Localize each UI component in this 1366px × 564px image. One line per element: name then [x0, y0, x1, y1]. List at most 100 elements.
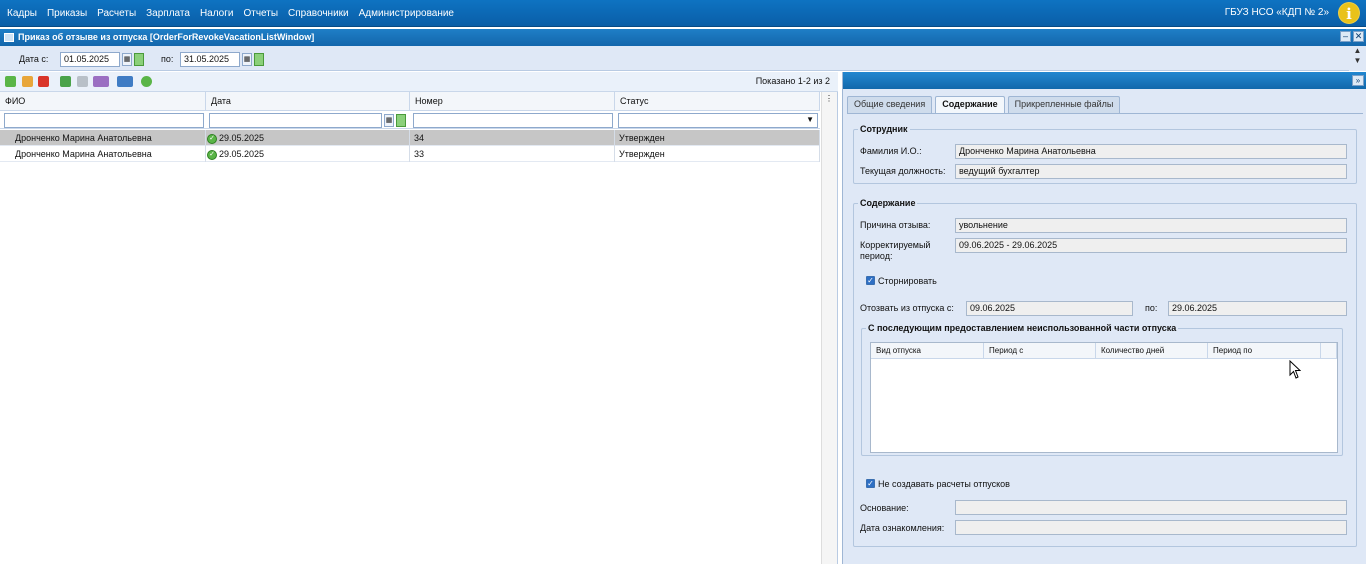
menu-item-kadry[interactable]: Кадры	[7, 8, 37, 19]
organization-name: ГБУЗ НСО «КДП № 2»	[1224, 7, 1329, 18]
cell-date-text: 29.05.2025	[219, 133, 265, 143]
approved-check-icon: ✓	[207, 133, 217, 144]
cell-fio: Дронченко Марина Анатольевна	[0, 146, 206, 162]
menu-item-prikazy[interactable]: Приказы	[47, 8, 87, 19]
detail-tabs: Общие сведения Содержание Прикрепленные …	[847, 96, 1123, 113]
filter-date-input[interactable]	[209, 113, 382, 128]
tab-attachments[interactable]: Прикрепленные файлы	[1007, 96, 1121, 113]
window-titlebar: Приказ об отзыве из отпуска [OrderForRev…	[0, 29, 1366, 46]
no-calc-label: Не создавать расчеты отпусков	[878, 479, 1010, 489]
revoke-from-label: Отозвать из отпуска с:	[860, 303, 954, 313]
column-header-period-from[interactable]: Период с	[984, 343, 1096, 359]
close-window-button[interactable]: ✕	[1353, 31, 1364, 42]
menu-item-administrirovanie[interactable]: Администрирование	[359, 8, 454, 19]
date-to-label: по:	[161, 54, 174, 64]
info-icon[interactable]: i	[1338, 2, 1360, 24]
window-title: Приказ об отзыве из отпуска [OrderForRev…	[18, 32, 315, 42]
reason-label: Причина отзыва:	[860, 220, 931, 230]
delete-icon[interactable]	[38, 76, 49, 87]
filter-status-select[interactable]: ▼	[618, 113, 818, 128]
filter-date-calendar-icon[interactable]: ▦	[384, 114, 394, 127]
menu-item-otchety[interactable]: Отчеты	[243, 8, 278, 19]
table-row[interactable]: Дронченко Марина Анатольевна ✓ 29.05.2025…	[0, 130, 820, 146]
column-header-period-to[interactable]: Период по	[1208, 343, 1321, 359]
menu-item-nalogi[interactable]: Налоги	[200, 8, 234, 19]
no-calc-checkbox[interactable]: ✓	[866, 479, 875, 488]
mouse-cursor-icon	[1289, 360, 1301, 379]
main-menu: Кадры Приказы Расчеты Зарплата Налоги От…	[0, 0, 459, 27]
menu-item-zarplata[interactable]: Зарплата	[146, 8, 190, 19]
date-to-input[interactable]: 31.05.2025	[180, 52, 240, 67]
cell-number: 34	[410, 130, 615, 146]
top-menu-bar: Кадры Приказы Расчеты Зарплата Налоги От…	[0, 0, 1366, 27]
date-from-clear-icon[interactable]	[134, 53, 144, 66]
detail-panel-header: »	[843, 72, 1366, 89]
grid-toolbar: Показано 1-2 из 2	[0, 72, 838, 92]
minimize-button[interactable]: –	[1340, 31, 1351, 42]
period-label: Корректируемый период:	[860, 240, 931, 261]
menu-item-spravochniki[interactable]: Справочники	[288, 8, 349, 19]
chevron-down-icon: ▼	[806, 115, 814, 124]
refresh-icon[interactable]	[141, 76, 152, 87]
page-scroll-arrows[interactable]: ▲ ▼	[1349, 46, 1366, 71]
reason-field[interactable]: увольнение	[955, 218, 1347, 233]
date-filter-bar: Дата с: 01.05.2025 ▦ по: 31.05.2025 ▦	[0, 46, 1366, 71]
tab-content-body: Сотрудник Фамилия И.О.: Дронченко Марина…	[847, 113, 1363, 564]
revoke-to-label: по:	[1145, 303, 1158, 313]
date-to-clear-icon[interactable]	[254, 53, 264, 66]
revoke-to-field[interactable]: 29.06.2025	[1168, 301, 1347, 316]
column-header-vacation-type[interactable]: Вид отпуска	[871, 343, 984, 359]
basis-label: Основание:	[860, 503, 909, 513]
grid-scrollbar[interactable]: ⋮	[821, 92, 837, 564]
column-header-fio[interactable]: ФИО	[0, 92, 206, 111]
filter-date-clear-icon[interactable]	[396, 114, 406, 127]
table-row[interactable]: Дронченко Марина Анатольевна ✓ 29.05.2025…	[0, 146, 820, 162]
tab-content[interactable]: Содержание	[935, 96, 1005, 113]
approve-icon[interactable]	[60, 76, 71, 87]
basis-field[interactable]	[955, 500, 1347, 515]
detail-panel: » Общие сведения Содержание Прикрепленны…	[842, 72, 1366, 564]
column-header-date[interactable]: Дата	[206, 92, 410, 111]
cell-date: ✓ 29.05.2025	[206, 130, 410, 146]
employee-name-field[interactable]: Дронченко Марина Анатольевна	[955, 144, 1347, 159]
column-header-status[interactable]: Статус	[615, 92, 820, 111]
unused-vacation-grid: Вид отпуска Период с Количество дней Пер…	[870, 342, 1338, 453]
grid-header: ФИО Дата Номер Статус	[0, 92, 820, 111]
print-menu-icon[interactable]	[93, 76, 109, 87]
revoke-from-field[interactable]: 09.06.2025	[966, 301, 1133, 316]
menu-item-raschety[interactable]: Расчеты	[97, 8, 136, 19]
cell-status: Утвержден	[615, 130, 820, 146]
column-header-number[interactable]: Номер	[410, 92, 615, 111]
column-header-days-count[interactable]: Количество дней	[1096, 343, 1208, 359]
position-label: Текущая должность:	[860, 166, 946, 176]
unapprove-icon[interactable]	[77, 76, 88, 87]
cell-fio: Дронченко Марина Анатольевна	[0, 130, 206, 146]
collapse-panel-button[interactable]: »	[1352, 75, 1364, 86]
storno-checkbox[interactable]: ✓	[866, 276, 875, 285]
grid-filter-row: ▦ ▼	[0, 111, 820, 129]
employee-legend: Сотрудник	[860, 124, 908, 134]
orders-list-panel: Показано 1-2 из 2 ФИО Дата Номер Статус …	[0, 72, 838, 564]
records-count: Показано 1-2 из 2	[755, 76, 830, 86]
cell-status: Утвержден	[615, 146, 820, 162]
column-menu-icon[interactable]: ⋮	[825, 94, 833, 103]
add-icon[interactable]	[5, 76, 16, 87]
filter-fio-input[interactable]	[4, 113, 204, 128]
grid-header-spacer	[1321, 343, 1337, 359]
date-to-calendar-icon[interactable]: ▦	[242, 53, 252, 66]
unused-vacation-legend: С последующим предоставлением неиспользо…	[868, 323, 1177, 333]
content-legend: Содержание	[860, 198, 916, 208]
filter-number-input[interactable]	[413, 113, 613, 128]
position-field[interactable]: ведущий бухгалтер	[955, 164, 1347, 179]
ack-date-field[interactable]	[955, 520, 1347, 535]
edit-icon[interactable]	[22, 76, 33, 87]
cell-date-text: 29.05.2025	[219, 149, 265, 159]
date-from-input[interactable]: 01.05.2025	[60, 52, 120, 67]
date-from-label: Дата с:	[19, 54, 49, 64]
ack-date-label: Дата ознакомления:	[860, 523, 945, 533]
date-from-calendar-icon[interactable]: ▦	[122, 53, 132, 66]
period-field[interactable]: 09.06.2025 - 29.06.2025	[955, 238, 1347, 253]
export-menu-icon[interactable]	[117, 76, 133, 87]
tab-general[interactable]: Общие сведения	[847, 96, 933, 113]
cell-date: ✓ 29.05.2025	[206, 146, 410, 162]
